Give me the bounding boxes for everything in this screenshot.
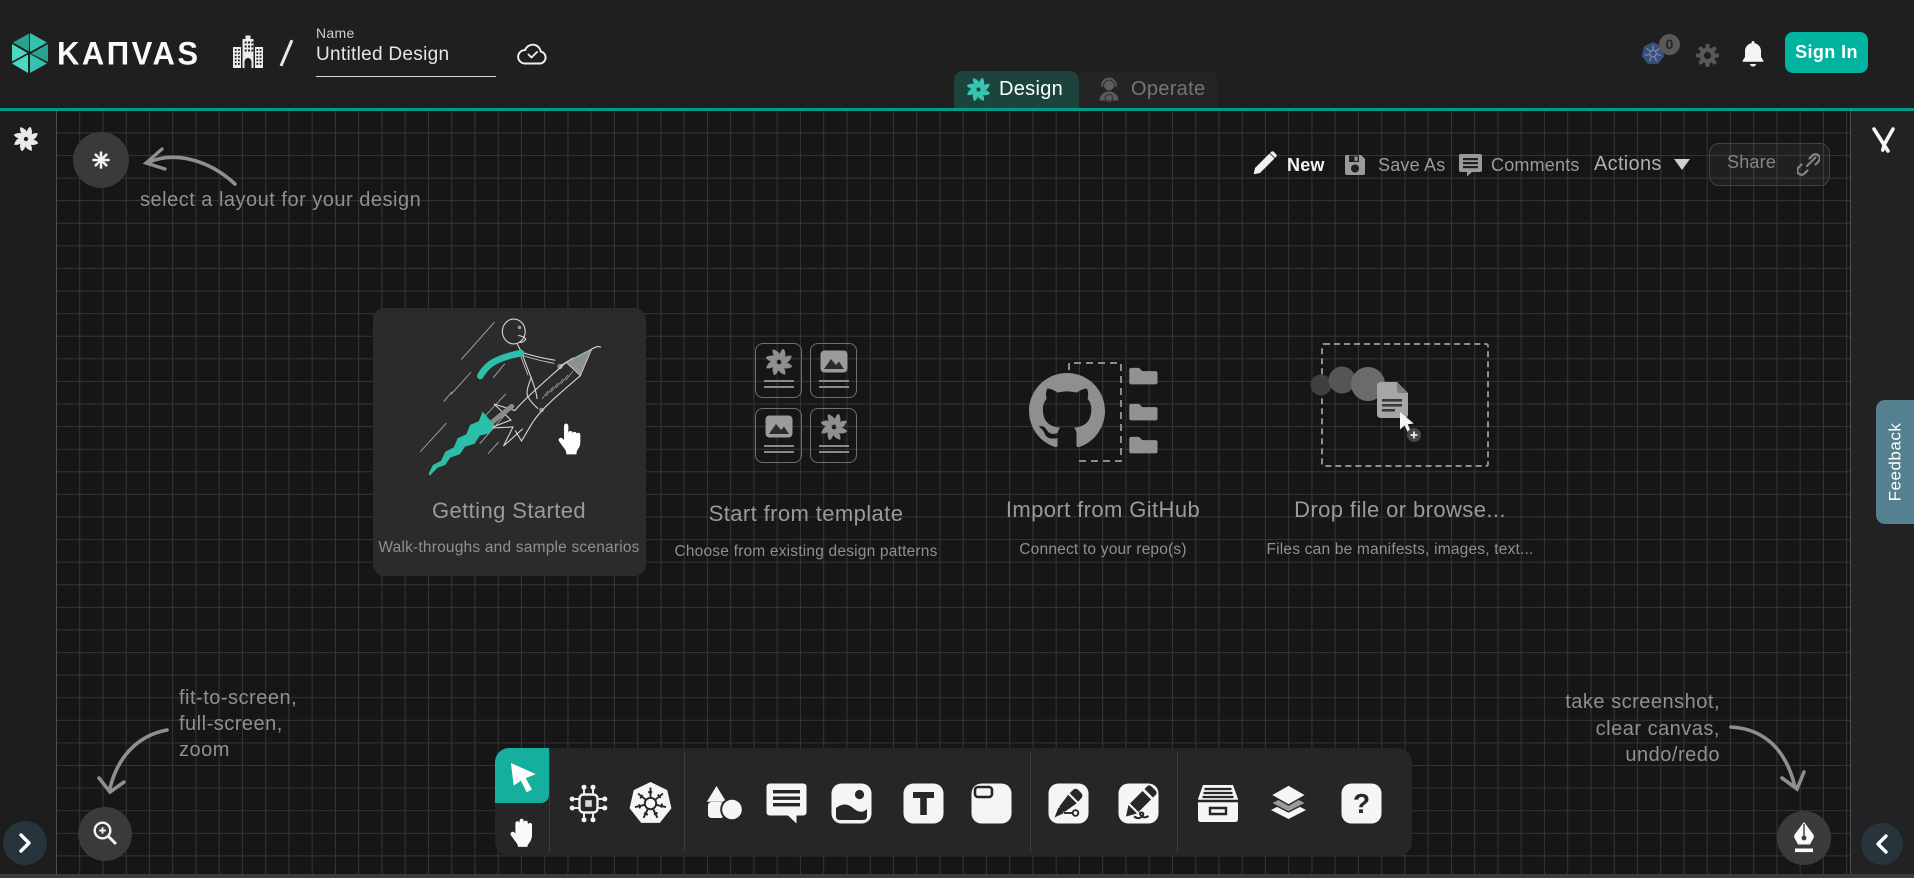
svg-text:?: ? xyxy=(1353,788,1370,819)
